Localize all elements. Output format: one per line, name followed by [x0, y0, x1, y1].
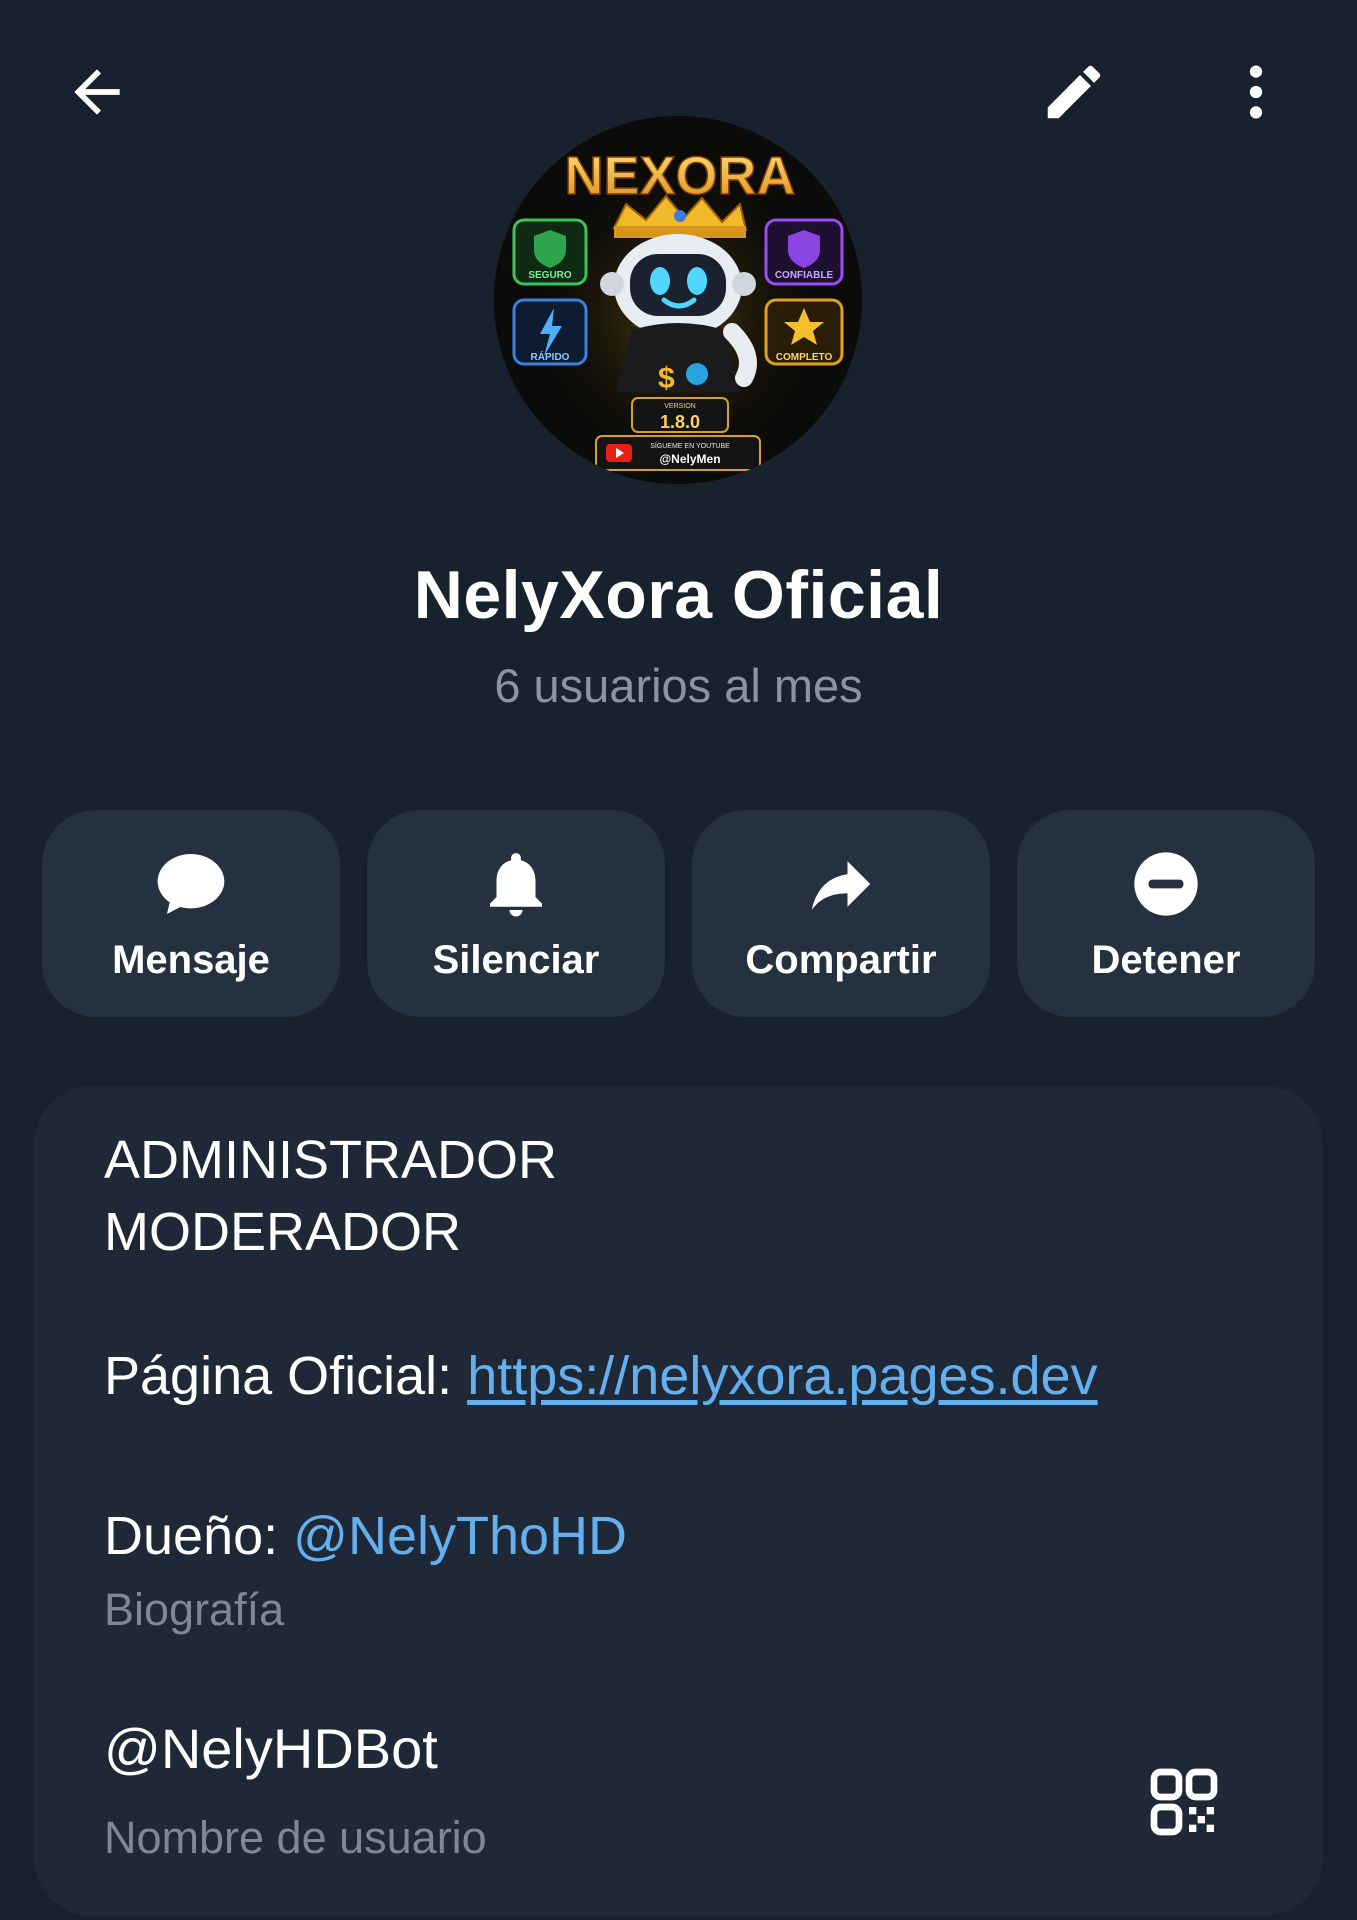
- bio-line-role-1: ADMINISTRADOR: [104, 1130, 558, 1190]
- qr-code-icon: [1150, 1768, 1218, 1836]
- profile-name: NelyXora Oficial: [413, 557, 944, 633]
- back-button[interactable]: [55, 50, 139, 134]
- avatar-badge-1: SEGURO: [528, 270, 572, 281]
- website-link[interactable]: https://nelyxora.pages.dev: [467, 1346, 1097, 1406]
- bell-icon: [367, 844, 665, 924]
- avatar-badge-2: CONFIABLE: [775, 270, 834, 281]
- bio-line-website: Página Oficial: https://nelyxora.pages.d…: [104, 1340, 1284, 1412]
- mute-button[interactable]: Silenciar: [367, 810, 665, 1017]
- bio-line-owner: Dueño: @NelyThoHD: [104, 1500, 1284, 1572]
- share-arrow-icon: [692, 844, 990, 924]
- avatar-brand-text: NEXORA: [564, 146, 795, 206]
- username-value[interactable]: @NelyHDBot: [104, 1716, 438, 1781]
- stop-button[interactable]: Detener: [1017, 810, 1315, 1017]
- qr-code-button[interactable]: [1134, 1752, 1234, 1852]
- stop-button-label: Detener: [1091, 938, 1241, 982]
- bot-profile-screen: NEXORA $ SEGURO CONFIABLE RÁPIDO COMPLET…: [0, 0, 1357, 1920]
- bio-line-role-2: MODERADOR: [104, 1202, 462, 1262]
- website-label: Página Oficial:: [104, 1346, 468, 1406]
- more-options-button[interactable]: [1214, 50, 1298, 134]
- share-button-label: Compartir: [745, 938, 937, 982]
- mute-button-label: Silenciar: [432, 938, 600, 982]
- avatar-badge-3: RÁPIDO: [531, 350, 570, 363]
- edit-button[interactable]: [1032, 50, 1116, 134]
- action-buttons: Mensaje Silenciar Compartir Detener: [42, 810, 1315, 1017]
- avatar-youtube-caption: SÍGUEME EN YOUTUBE: [650, 441, 730, 450]
- message-button-label: Mensaje: [112, 938, 270, 982]
- avatar-artwork: NEXORA $ SEGURO CONFIABLE RÁPIDO COMPLET…: [494, 116, 862, 484]
- block-icon: [1017, 844, 1315, 924]
- more-vertical-icon: [1249, 65, 1263, 119]
- message-button[interactable]: Mensaje: [42, 810, 340, 1017]
- username-row[interactable]: @NelyHDBot Nombre de usuario: [34, 1716, 1323, 1896]
- message-bubble-icon: [42, 844, 340, 924]
- bio-caption: Biografía: [104, 1584, 285, 1635]
- profile-subtitle: 6 usuarios al mes: [494, 659, 863, 712]
- owner-label: Dueño:: [104, 1506, 294, 1566]
- avatar-version: 1.8.0: [660, 412, 700, 432]
- avatar-youtube-handle: @NelyMen: [659, 452, 720, 466]
- svg-text:$: $: [658, 362, 675, 395]
- profile-avatar[interactable]: NEXORA $ SEGURO CONFIABLE RÁPIDO COMPLET…: [494, 116, 862, 484]
- share-button[interactable]: Compartir: [692, 810, 990, 1017]
- info-card: ADMINISTRADOR MODERADOR Página Oficial: …: [34, 1086, 1323, 1916]
- arrow-left-icon: [74, 69, 120, 115]
- avatar-badge-4: COMPLETO: [776, 352, 833, 363]
- owner-mention-link[interactable]: @NelyThoHD: [293, 1506, 627, 1566]
- pencil-icon: [1047, 65, 1101, 119]
- avatar-version-label: VERSION: [664, 403, 696, 410]
- bio-text: ADMINISTRADOR MODERADOR Página Oficial: …: [104, 1124, 1284, 1572]
- username-caption: Nombre de usuario: [104, 1812, 487, 1863]
